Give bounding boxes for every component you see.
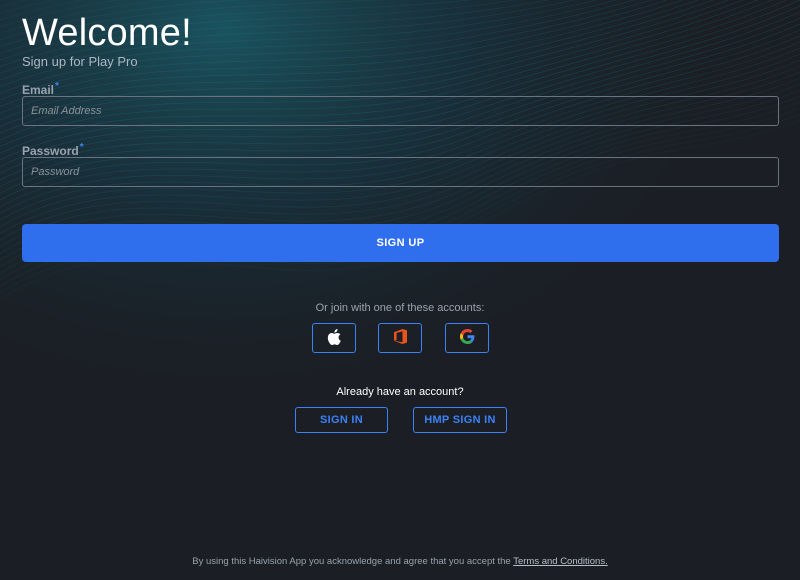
google-signin-button[interactable] <box>445 323 489 353</box>
office-signin-button[interactable] <box>378 323 422 353</box>
page-title: Welcome! <box>22 12 192 54</box>
password-label-text: Password <box>22 144 79 158</box>
sign-up-button[interactable]: SIGN UP <box>22 224 779 262</box>
footer-text: By using this Haivision App you acknowle… <box>192 556 511 567</box>
terms-link[interactable]: Terms and Conditions. <box>513 556 608 567</box>
already-have-account-text: Already have an account? <box>336 386 464 398</box>
google-icon <box>459 329 475 347</box>
password-input[interactable] <box>22 157 779 187</box>
page-subtitle: Sign up for Play Pro <box>22 54 138 69</box>
apple-icon <box>327 328 341 348</box>
footer-disclaimer: By using this Haivision App you acknowle… <box>0 556 800 567</box>
apple-signin-button[interactable] <box>312 323 356 353</box>
email-required-mark: * <box>55 81 59 92</box>
social-signup-prompt: Or join with one of these accounts: <box>315 302 485 314</box>
email-label-text: Email <box>22 83 55 97</box>
password-label: Password* <box>22 142 84 158</box>
email-input[interactable] <box>22 96 779 126</box>
office-icon <box>393 329 407 347</box>
sign-in-button[interactable]: SIGN IN <box>295 407 388 433</box>
hmp-sign-in-button[interactable]: HMP SIGN IN <box>413 407 507 433</box>
email-label: Email* <box>22 81 59 97</box>
password-required-mark: * <box>79 142 84 153</box>
